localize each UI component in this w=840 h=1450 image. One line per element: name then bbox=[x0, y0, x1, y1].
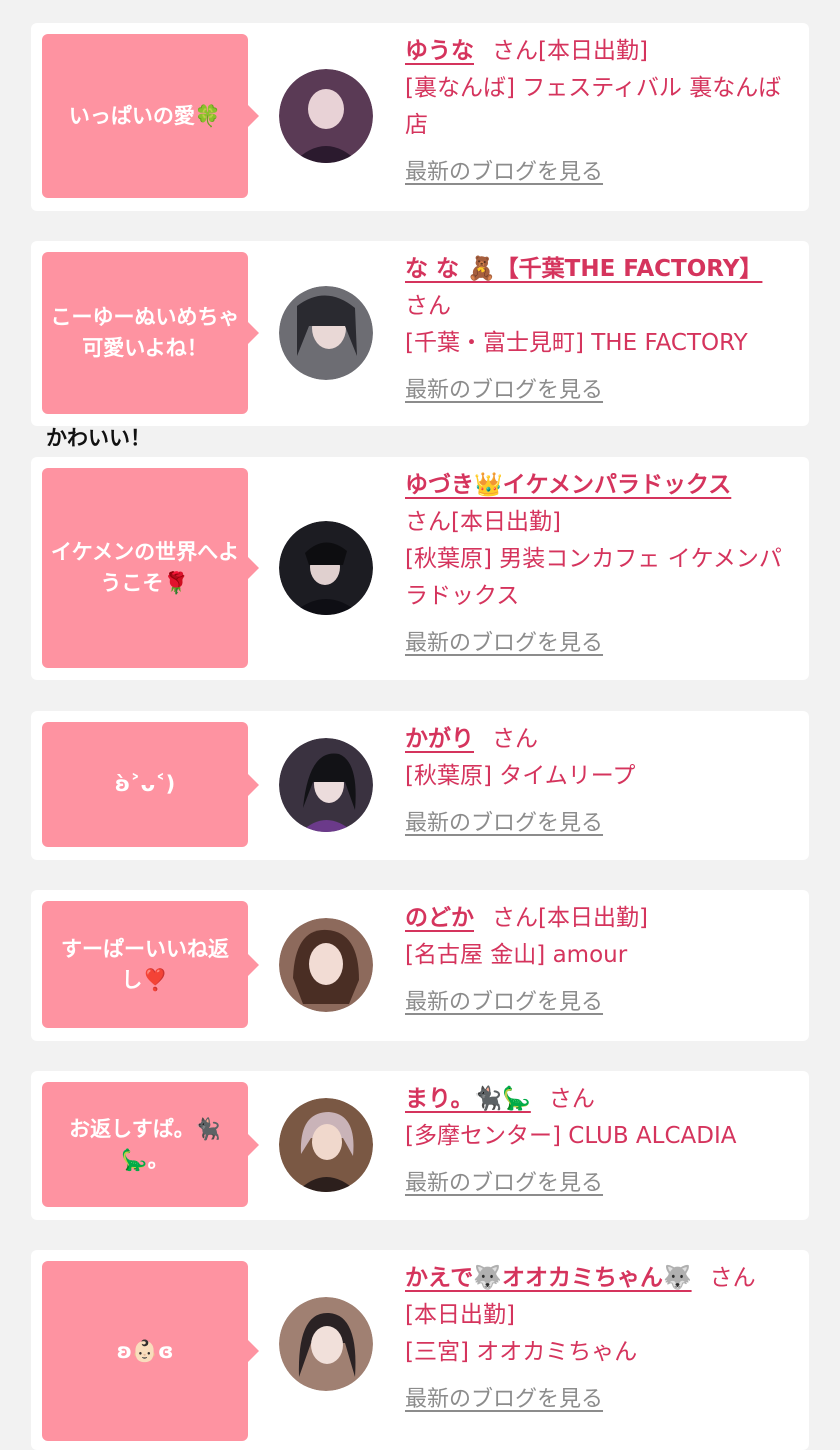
message-text: お返しすぱ。🐈‍⬛🦕。 bbox=[69, 1116, 221, 1172]
honorific: さん bbox=[492, 38, 538, 64]
comment-text: かわいい！ bbox=[46, 426, 151, 450]
honorific: さん bbox=[492, 726, 538, 752]
message-text: こーゆーぬいめちゃ可愛いよね！ bbox=[50, 305, 240, 360]
cast-avatar[interactable] bbox=[279, 286, 373, 380]
message-bubble: お返しすぱ。🐈‍⬛🦕。 bbox=[42, 1082, 259, 1207]
avatar-face bbox=[312, 1124, 342, 1160]
attendance-badge: [本日出勤] bbox=[538, 38, 648, 64]
cast-name-link[interactable]: な な 🧸【千葉THE FACTORY】 bbox=[405, 256, 762, 282]
cast-avatar[interactable] bbox=[279, 918, 373, 1012]
message-bubble: すーぱーいいね返し❣️ bbox=[42, 901, 259, 1028]
blog-card-list: いっぱいの愛🍀 ゆうな さん[本日出勤] [裏なんば] フェスティバル 裏なんば店… bbox=[0, 0, 840, 1450]
attendance-badge: [本日出勤] bbox=[405, 1302, 515, 1328]
avatar-face bbox=[311, 1326, 343, 1364]
attendance-badge: [本日出勤] bbox=[538, 905, 648, 931]
cast-card: こーゆーぬいめちゃ可愛いよね！ な な 🧸【千葉THE FACTORY】 さん … bbox=[31, 241, 809, 426]
cast-name-link[interactable]: ゆづき👑イケメンパラドックス bbox=[405, 472, 731, 498]
shop-name: [多摩センター] CLUB ALCADIA bbox=[405, 1123, 737, 1149]
message-text: イケメンの世界へようこそ🌹 bbox=[50, 540, 240, 595]
cast-info: まり。🐈‍⬛🦕 さん [多摩センター] CLUB ALCADIA 最新のブログを見… bbox=[405, 1081, 789, 1202]
message-bubble: こーゆーぬいめちゃ可愛いよね！ bbox=[42, 252, 259, 414]
message-bubble: イケメンの世界へようこそ🌹 bbox=[42, 468, 259, 668]
cast-info: ゆづき👑イケメンパラドックス さん[本日出勤] [秋葉原] 男装コンカフェ イケ… bbox=[405, 467, 789, 662]
cast-avatar[interactable] bbox=[279, 521, 373, 615]
cast-card: イケメンの世界へようこそ🌹 ゆづき👑イケメンパラドックス さん[本日出勤] [秋… bbox=[31, 457, 809, 680]
message-text: ʚ👶🏻ɞ bbox=[116, 1338, 174, 1363]
honorific: さん bbox=[405, 509, 451, 535]
attendance-badge: [本日出勤] bbox=[451, 509, 561, 535]
shop-name: [千葉・富士見町] THE FACTORY bbox=[405, 330, 748, 356]
cast-name-link[interactable]: のどか bbox=[405, 905, 474, 931]
cast-avatar[interactable] bbox=[279, 69, 373, 163]
cast-name-link[interactable]: かがり bbox=[405, 726, 474, 752]
cast-info: のどか さん[本日出勤] [名古屋 金山] amour 最新のブログを見る bbox=[405, 900, 789, 1021]
cast-name-link[interactable]: ゆうな bbox=[405, 38, 474, 64]
latest-blog-link[interactable]: 最新のブログを見る bbox=[405, 625, 603, 662]
cast-name-link[interactable]: かえで🐺オオカミちゃん🐺 bbox=[405, 1265, 692, 1291]
shop-name: [裏なんば] フェスティバル 裏なんば店 bbox=[405, 75, 782, 138]
cast-avatar[interactable] bbox=[279, 1297, 373, 1391]
honorific: さん bbox=[492, 905, 538, 931]
cast-card: すーぱーいいね返し❣️ のどか さん[本日出勤] [名古屋 金山] amour 最… bbox=[31, 890, 809, 1041]
cast-card: ʚ̀˃ᴗ˂) かがり さん [秋葉原] タイムリープ 最新のブログを見る bbox=[31, 711, 809, 860]
shop-name: [三宮] オオカミちゃん bbox=[405, 1339, 638, 1365]
cast-info: かがり さん [秋葉原] タイムリープ 最新のブログを見る bbox=[405, 721, 789, 842]
message-text: ʚ̀˃ᴗ˂) bbox=[114, 772, 176, 796]
latest-blog-link[interactable]: 最新のブログを見る bbox=[405, 984, 603, 1021]
cast-avatar[interactable] bbox=[279, 1098, 373, 1192]
cast-card: いっぱいの愛🍀 ゆうな さん[本日出勤] [裏なんば] フェスティバル 裏なんば店… bbox=[31, 23, 809, 211]
shop-name: [秋葉原] タイムリープ bbox=[405, 763, 636, 789]
cast-name-link[interactable]: まり。🐈‍⬛🦕 bbox=[405, 1086, 531, 1112]
message-bubble: いっぱいの愛🍀 bbox=[42, 34, 259, 198]
cast-avatar[interactable] bbox=[279, 738, 373, 832]
honorific: さん bbox=[548, 1086, 595, 1112]
message-text: すーぱーいいね返し❣️ bbox=[61, 936, 229, 992]
shop-name: [秋葉原] 男装コンカフェ イケメンパラドックス bbox=[405, 546, 782, 609]
latest-blog-link[interactable]: 最新のブログを見る bbox=[405, 372, 603, 409]
message-bubble: ʚ👶🏻ɞ bbox=[42, 1261, 259, 1441]
face-sticker bbox=[308, 89, 344, 129]
honorific: さん bbox=[405, 293, 451, 319]
honorific: さん bbox=[709, 1265, 756, 1291]
latest-blog-link[interactable]: 最新のブログを見る bbox=[405, 1165, 603, 1202]
latest-blog-link[interactable]: 最新のブログを見る bbox=[405, 154, 603, 191]
avatar-face bbox=[309, 943, 343, 985]
message-text: いっぱいの愛🍀 bbox=[68, 103, 222, 128]
cast-card: お返しすぱ。🐈‍⬛🦕。 まり。🐈‍⬛🦕 さん [多摩センター] CLUB ALCA… bbox=[31, 1071, 809, 1220]
cast-info: かえで🐺オオカミちゃん🐺 さん [本日出勤] [三宮] オオカミちゃん 最新のブロ… bbox=[405, 1260, 789, 1418]
latest-blog-link[interactable]: 最新のブログを見る bbox=[405, 805, 603, 842]
message-bubble: ʚ̀˃ᴗ˂) bbox=[42, 722, 259, 847]
cast-card: ʚ👶🏻ɞ かえで🐺オオカミちゃん🐺 さん [本日出勤] [三宮] オオカミちゃん … bbox=[31, 1250, 809, 1450]
shop-name: [名古屋 金山] amour bbox=[405, 942, 628, 968]
latest-blog-link[interactable]: 最新のブログを見る bbox=[405, 1381, 603, 1418]
cast-info: な な 🧸【千葉THE FACTORY】 さん [千葉・富士見町] THE FA… bbox=[405, 251, 789, 409]
cast-info: ゆうな さん[本日出勤] [裏なんば] フェスティバル 裏なんば店 最新のブログを… bbox=[405, 33, 789, 191]
